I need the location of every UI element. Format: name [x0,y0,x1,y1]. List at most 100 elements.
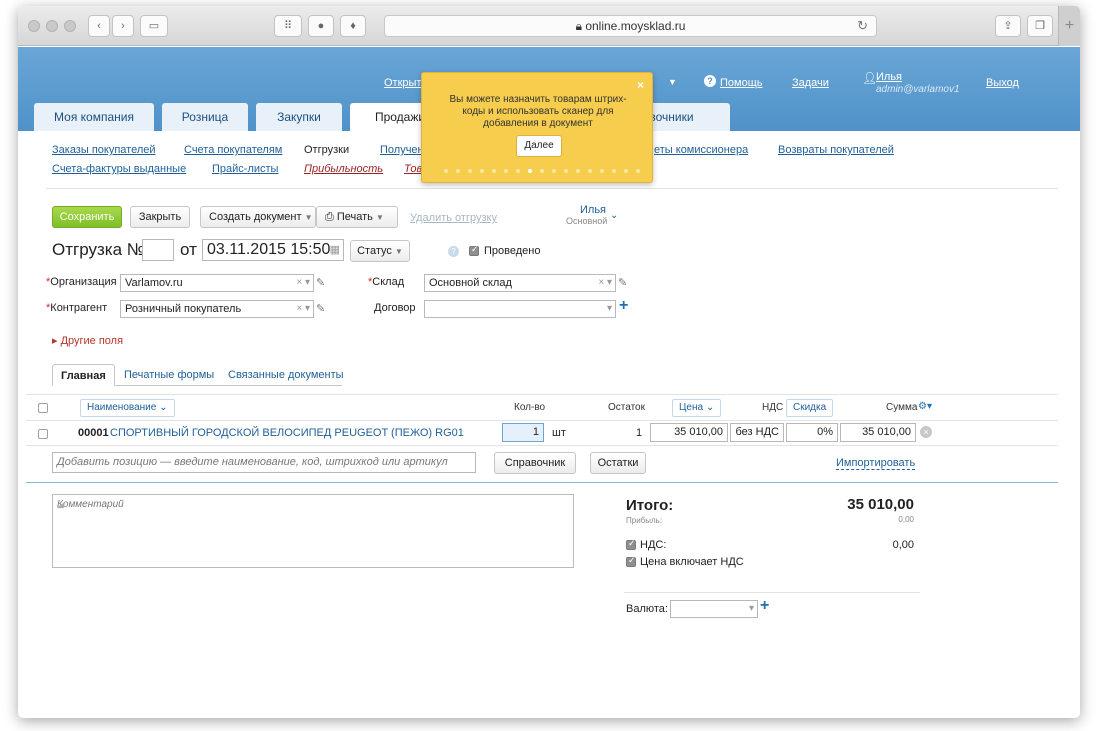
comment-textarea[interactable]: Комментарий ◢ [52,494,574,568]
open-link[interactable]: Открыт [384,77,421,89]
status-dropdown[interactable]: Статус ▼ [350,240,410,262]
price-input[interactable]: 35 010,00 [650,423,728,442]
organization-select[interactable]: Varlamov.ru × ▾ [120,274,314,292]
subnav-profitability[interactable]: Прибыльность [304,163,383,175]
tab-print-forms[interactable]: Печатные формы [124,364,214,386]
page-dot[interactable] [576,169,580,173]
clear-chevron-icon[interactable]: × ▾ [296,301,310,317]
page-dot[interactable] [600,169,604,173]
add-currency-icon[interactable]: + [760,597,769,615]
question-icon[interactable]: ? [448,246,459,257]
add-contract-icon[interactable]: + [619,297,628,315]
chevron-down-icon[interactable]: ⌄ [610,210,618,221]
page-dot[interactable] [504,169,508,173]
tab-main[interactable]: Главная [52,364,115,386]
clear-chevron-icon[interactable]: × ▾ [296,275,310,291]
sum-input[interactable]: 35 010,00 [840,423,916,442]
add-position-input[interactable]: Добавить позицию — введите наименование,… [52,452,476,473]
edit-pencil-icon[interactable]: ✎ [316,302,325,315]
forward-icon[interactable]: › [112,15,134,37]
share-icon[interactable]: ⇪ [995,15,1021,37]
chevron-down-icon[interactable]: ▼ [668,77,677,87]
new-tab-icon[interactable]: + [1058,6,1080,46]
subnav-customer-orders[interactable]: Заказы покупателей [52,144,156,156]
tabs-overview-icon[interactable]: ❐ [1027,15,1053,37]
vat-checkbox[interactable] [626,538,636,550]
sort-name-button[interactable]: Наименование ⌄ [80,399,175,417]
edit-pencil-icon[interactable]: ✎ [618,276,627,289]
subnav-goods[interactable]: Тов [404,163,422,175]
catalog-button[interactable]: Справочник [494,452,576,474]
select-all-checkbox[interactable] [38,403,48,413]
vat-select[interactable]: без НДС [730,423,784,442]
tab-purchases[interactable]: Закупки [256,103,342,131]
row-checkbox[interactable] [38,429,48,439]
subnav-price-lists[interactable]: Прайс-листы [212,163,278,175]
address-bar[interactable]: 🔒︎ online.moysklad.ru ↻ [384,15,877,37]
clear-chevron-icon[interactable]: × ▾ [598,275,612,291]
tab-retail[interactable]: Розница [162,103,248,131]
zoom-window-icon[interactable] [64,20,76,32]
page-dot[interactable] [480,169,484,173]
tab-related-docs[interactable]: Связанные документы [228,364,344,386]
user-name[interactable]: Илья [876,71,902,83]
next-button[interactable]: Далее [516,135,562,157]
page-dot[interactable] [516,169,520,173]
warehouse-select[interactable]: Основной склад × ▾ [424,274,616,292]
stock-button[interactable]: Остатки [590,452,646,474]
page-dot[interactable] [468,169,472,173]
remove-row-icon[interactable]: × [920,426,932,438]
reload-icon[interactable]: ↻ [857,16,868,36]
tasks-link[interactable]: Задачи [792,77,829,89]
other-fields-toggle[interactable]: ▸ Другие поля [52,334,123,347]
page-dot[interactable] [588,169,592,173]
discount-input[interactable]: 0% [786,423,838,442]
close-window-icon[interactable] [28,20,40,32]
close-button[interactable]: Закрыть [130,206,190,228]
product-name-link[interactable]: СПОРТИВНЫЙ ГОРОДСКОЙ ВЕЛОСИПЕД PEUGEOT (… [110,427,464,439]
page-dot[interactable] [552,169,556,173]
page-dot[interactable] [456,169,460,173]
close-icon[interactable]: × [637,78,644,92]
subnav-customer-invoices[interactable]: Счета покупателям [184,144,282,156]
extension-icon[interactable]: ● [308,15,334,37]
owner-name[interactable]: Илья [580,204,606,216]
help-link[interactable]: Помощь [720,77,763,89]
grid-icon[interactable]: ⠿ [274,15,302,37]
chevron-down-icon[interactable]: ▾ [607,301,612,317]
delete-shipment-link[interactable]: Удалить отгрузку [410,212,497,224]
currency-select[interactable]: ▾ [670,600,758,618]
page-dot[interactable] [612,169,616,173]
discount-header-button[interactable]: Скидка [786,399,834,417]
print-button[interactable]: ⎙ Печать ▼ [316,206,398,228]
document-date-input[interactable]: 03.11.2015 15:50 ▦ [202,239,344,261]
page-dot[interactable] [636,169,640,173]
contract-select[interactable]: ▾ [424,300,616,318]
page-dot[interactable] [564,169,568,173]
subnav-customer-returns[interactable]: Возвраты покупателей [778,144,894,156]
subnav-invoices-issued[interactable]: Счета-фактуры выданные [52,163,186,175]
gear-icon[interactable]: ⚙▾ [918,401,932,412]
resize-grip-icon[interactable]: ◢ [57,499,571,567]
page-dot[interactable] [624,169,628,173]
calendar-icon[interactable]: ▦ [330,240,340,260]
price-header-button[interactable]: Цена ⌄ [672,399,722,417]
counterparty-select[interactable]: Розничный покупатель × ▾ [120,300,314,318]
qty-input[interactable]: 1 [502,423,544,442]
edit-pencil-icon[interactable]: ✎ [316,276,325,289]
save-button[interactable]: Сохранить [52,206,122,228]
page-dot-active[interactable] [528,169,532,173]
back-icon[interactable]: ‹ [88,15,110,37]
tab-my-company[interactable]: Моя компания [34,103,154,131]
minimize-window-icon[interactable] [46,20,58,32]
logout-link[interactable]: Выход [986,77,1019,89]
create-document-button[interactable]: Создать документ ▼ [200,206,316,228]
page-dot[interactable] [492,169,496,173]
document-number-input[interactable] [142,239,174,261]
subnav-received[interactable]: Получен [380,144,424,156]
posted-checkbox[interactable] [469,244,479,256]
subnav-commission-reports[interactable]: еты комиссионера [654,144,748,156]
import-link[interactable]: Импортировать [836,457,916,470]
sidebar-icon[interactable]: ▭ [140,15,168,37]
page-dot[interactable] [444,169,448,173]
